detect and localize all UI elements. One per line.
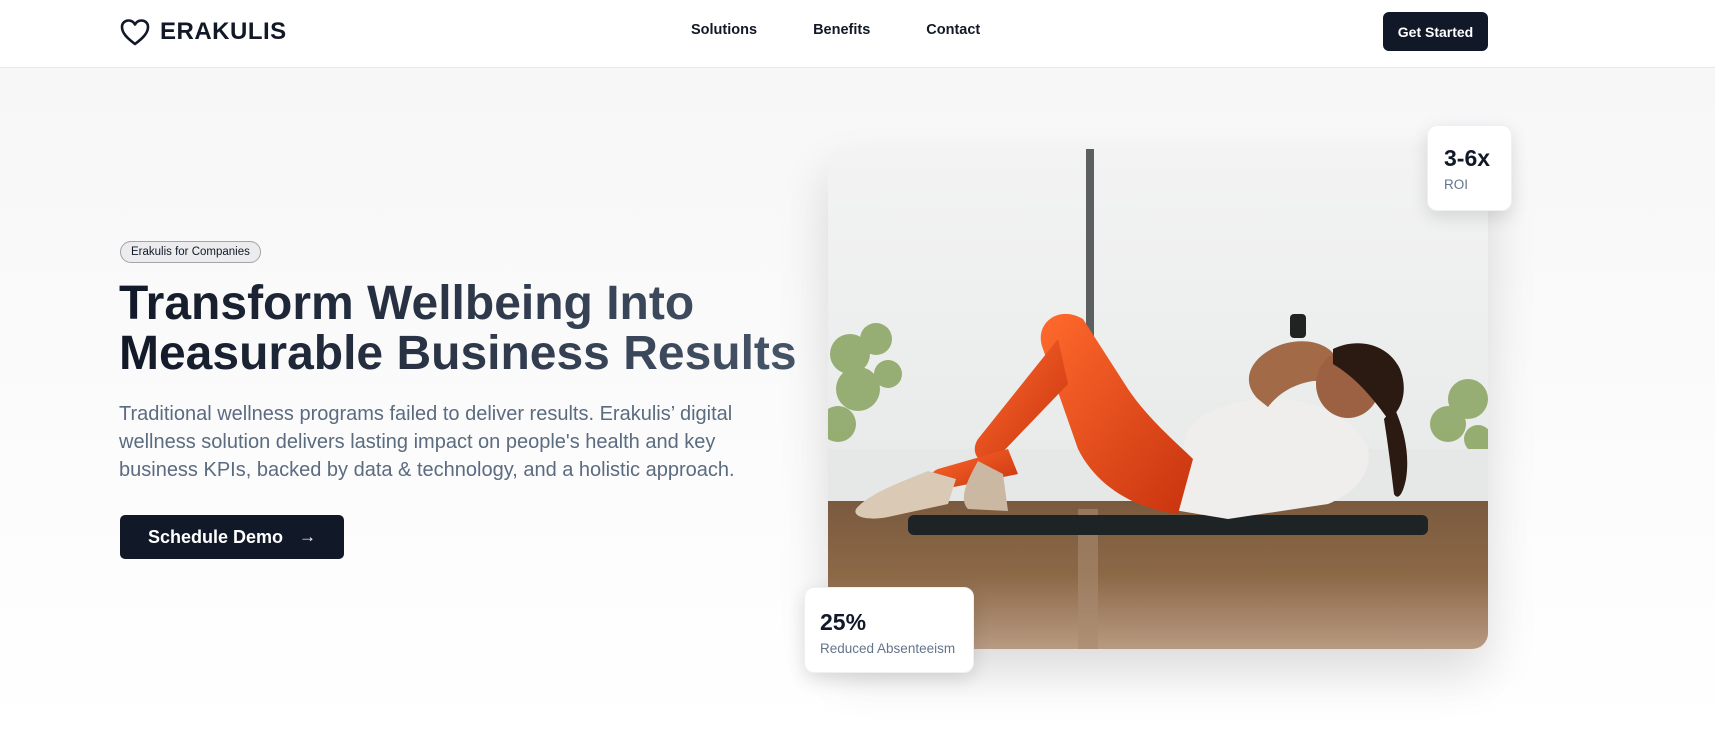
nav-link-contact[interactable]: Contact xyxy=(926,22,980,38)
heart-outline-icon xyxy=(120,19,150,46)
absenteeism-stat-label: Reduced Absenteeism xyxy=(820,641,956,656)
schedule-demo-label: Schedule Demo xyxy=(147,526,284,547)
roi-stat-label: ROI xyxy=(1444,177,1469,192)
brand-name: ERAKULIS xyxy=(160,18,287,45)
brand-logo[interactable]: ERAKULIS xyxy=(119,17,287,47)
hero-headline-line2: Measurable Business Results xyxy=(119,327,797,380)
nav-link-benefits[interactable]: Benefits xyxy=(813,22,870,38)
get-started-button[interactable]: Get Started xyxy=(1383,12,1488,51)
hero-lead-text: Traditional wellness programs failed to … xyxy=(119,403,735,481)
nav-link-solutions[interactable]: Solutions xyxy=(691,22,757,38)
woman-doing-crunches-photo xyxy=(828,149,1488,649)
roi-stat-card: 3-6x ROI xyxy=(1427,125,1512,211)
hero-headline: Transform Wellbeing Into Measurable Busi… xyxy=(119,279,799,379)
absenteeism-stat-card: 25% Reduced Absenteeism xyxy=(804,587,974,673)
schedule-demo-button[interactable]: Schedule Demo → xyxy=(120,515,344,559)
absenteeism-stat-value: 25% xyxy=(820,609,867,635)
arrow-right-icon: → xyxy=(299,527,317,546)
hero-badge: Erakulis for Companies xyxy=(120,241,261,263)
navbar: ERAKULIS Solutions Benefits Contact Get … xyxy=(0,0,1715,68)
roi-stat-value: 3-6x xyxy=(1444,145,1491,171)
hero-headline-line1: Transform Wellbeing Into xyxy=(119,277,695,330)
main-nav: Solutions Benefits Contact xyxy=(691,22,1036,38)
